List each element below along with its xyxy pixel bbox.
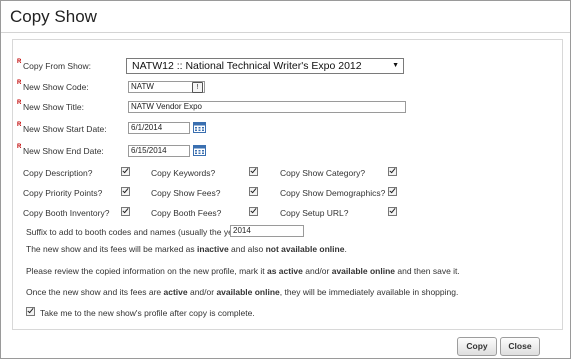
copy-setup-url-checkbox[interactable] (388, 207, 397, 216)
copy-from-select[interactable]: NATW12 :: National Technical Writer's Ex… (126, 58, 404, 74)
new-code-label: New Show Code: (23, 82, 89, 92)
copy-description-checkbox[interactable] (121, 167, 130, 176)
option-label: Copy Booth Inventory? (23, 208, 110, 218)
note-review: Please review the copied information on … (26, 266, 460, 276)
start-date-label: New Show Start Date: (23, 124, 107, 134)
copy-from-value: NATW12 :: National Technical Writer's Ex… (132, 60, 362, 72)
title-divider (1, 32, 570, 33)
option-label: Copy Show Category? (280, 168, 366, 178)
copy-from-label: Copy From Show: (23, 61, 92, 71)
note-activation: Once the new show and its fees are activ… (26, 287, 459, 297)
end-date-label: New Show End Date: (23, 146, 104, 156)
copy-show-category-checkbox[interactable] (388, 167, 397, 176)
close-button[interactable]: Close (500, 337, 540, 356)
suffix-label: Suffix to add to booth codes and names (… (26, 227, 246, 237)
option-label: Copy Priority Points? (23, 188, 103, 198)
start-date-field[interactable]: 6/1/2014 (128, 122, 190, 134)
required-marker: R (17, 122, 22, 128)
calendar-icon[interactable] (193, 144, 206, 156)
option-label: Copy Keywords? (151, 168, 216, 178)
suffix-field[interactable]: 2014 (230, 225, 304, 237)
required-marker: R (17, 144, 22, 150)
dialog-title: Copy Show (10, 7, 97, 26)
option-label: Copy Show Demographics? (280, 188, 386, 198)
chevron-down-icon: ▼ (392, 62, 399, 69)
copy-booth-inventory-checkbox[interactable] (121, 207, 130, 216)
required-marker: R (17, 100, 22, 106)
new-title-label: New Show Title: (23, 102, 84, 112)
option-label: Copy Description? (23, 168, 93, 178)
calendar-icon[interactable] (193, 121, 206, 133)
end-date-field[interactable]: 6/15/2014 (128, 145, 190, 157)
copy-booth-fees-checkbox[interactable] (249, 207, 258, 216)
copy-show-fees-checkbox[interactable] (249, 187, 258, 196)
required-marker: R (17, 59, 22, 65)
take-me-label: Take me to the new show's profile after … (40, 308, 255, 318)
copy-show-dialog: Copy Show (0, 0, 571, 359)
note-inactive: The new show and its fees will be marked… (26, 244, 347, 254)
required-marker: R (17, 80, 22, 86)
option-label: Copy Show Fees? (151, 188, 221, 198)
copy-button[interactable]: Copy (457, 337, 497, 356)
option-label: Copy Booth Fees? (151, 208, 222, 218)
copy-priority-points-checkbox[interactable] (121, 187, 130, 196)
take-me-checkbox[interactable] (26, 307, 35, 316)
copy-keywords-checkbox[interactable] (249, 167, 258, 176)
copy-show-demographics-checkbox[interactable] (388, 187, 397, 196)
lookup-icon[interactable]: ! (192, 82, 203, 93)
option-label: Copy Setup URL? (280, 208, 349, 218)
new-title-field[interactable]: NATW Vendor Expo (128, 101, 406, 113)
